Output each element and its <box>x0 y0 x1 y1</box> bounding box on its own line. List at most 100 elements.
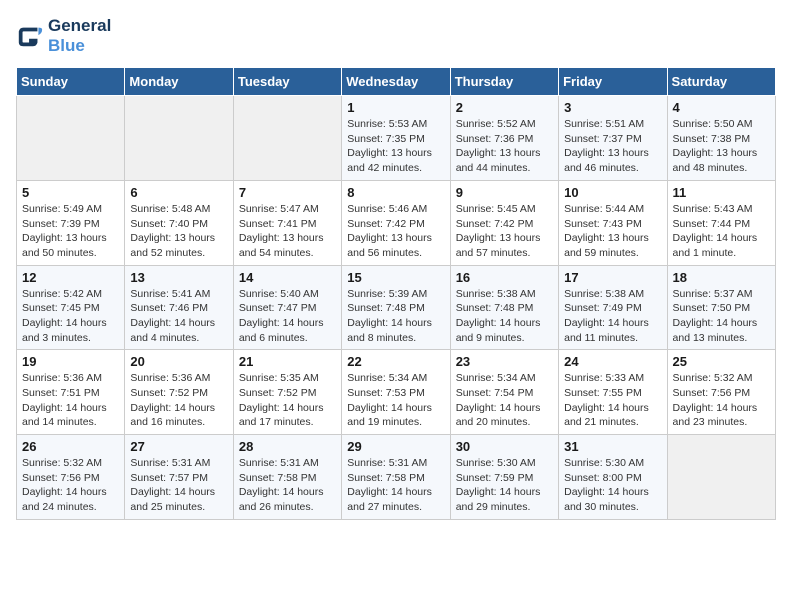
day-number: 19 <box>22 354 119 369</box>
day-number: 28 <box>239 439 336 454</box>
day-number: 7 <box>239 185 336 200</box>
calendar-cell: 27 Sunrise: 5:31 AMSunset: 7:57 PMDayligh… <box>125 435 233 520</box>
day-number: 9 <box>456 185 553 200</box>
calendar-cell: 20Sunrise: 5:36 AMSunset: 7:52 PMDayligh… <box>125 350 233 435</box>
day-number: 6 <box>130 185 227 200</box>
calendar-week-row: 1 Sunrise: 5:53 AMSunset: 7:35 PMDaylight… <box>17 96 776 181</box>
calendar-cell: 6 Sunrise: 5:48 AMSunset: 7:40 PMDaylight… <box>125 180 233 265</box>
calendar-cell <box>667 435 775 520</box>
day-info: Sunrise: 5:34 AMSunset: 7:54 PMDaylight:… <box>456 371 553 430</box>
day-info: Sunrise: 5:48 AMSunset: 7:40 PMDaylight:… <box>130 202 227 261</box>
day-info: Sunrise: 5:39 AMSunset: 7:48 PMDaylight:… <box>347 287 444 346</box>
day-number: 4 <box>673 100 770 115</box>
day-info: Sunrise: 5:52 AMSunset: 7:36 PMDaylight:… <box>456 117 553 176</box>
day-info: Sunrise: 5:51 AMSunset: 7:37 PMDaylight:… <box>564 117 661 176</box>
calendar-cell: 2 Sunrise: 5:52 AMSunset: 7:36 PMDaylight… <box>450 96 558 181</box>
calendar-cell: 17 Sunrise: 5:38 AMSunset: 7:49 PMDayligh… <box>559 265 667 350</box>
calendar-cell: 28 Sunrise: 5:31 AMSunset: 7:58 PMDayligh… <box>233 435 341 520</box>
calendar-cell: 5Sunrise: 5:49 AMSunset: 7:39 PMDaylight… <box>17 180 125 265</box>
day-info: Sunrise: 5:49 AMSunset: 7:39 PMDaylight:… <box>22 202 119 261</box>
weekday-header: Thursday <box>450 68 558 96</box>
day-info: Sunrise: 5:53 AMSunset: 7:35 PMDaylight:… <box>347 117 444 176</box>
calendar-cell: 24 Sunrise: 5:33 AMSunset: 7:55 PMDayligh… <box>559 350 667 435</box>
calendar-cell: 31 Sunrise: 5:30 AMSunset: 8:00 PMDayligh… <box>559 435 667 520</box>
day-number: 10 <box>564 185 661 200</box>
calendar-cell: 10 Sunrise: 5:44 AMSunset: 7:43 PMDayligh… <box>559 180 667 265</box>
day-number: 2 <box>456 100 553 115</box>
weekday-header: Friday <box>559 68 667 96</box>
day-info: Sunrise: 5:31 AMSunset: 7:57 PMDaylight:… <box>130 456 227 515</box>
weekday-header: Monday <box>125 68 233 96</box>
day-number: 11 <box>673 185 770 200</box>
logo-text: General Blue <box>48 16 111 55</box>
day-number: 8 <box>347 185 444 200</box>
calendar-cell: 3 Sunrise: 5:51 AMSunset: 7:37 PMDaylight… <box>559 96 667 181</box>
day-number: 14 <box>239 270 336 285</box>
day-info: Sunrise: 5:44 AMSunset: 7:43 PMDaylight:… <box>564 202 661 261</box>
day-number: 24 <box>564 354 661 369</box>
calendar-cell: 12Sunrise: 5:42 AMSunset: 7:45 PMDayligh… <box>17 265 125 350</box>
day-info: Sunrise: 5:47 AMSunset: 7:41 PMDaylight:… <box>239 202 336 261</box>
calendar-header: SundayMondayTuesdayWednesdayThursdayFrid… <box>17 68 776 96</box>
day-number: 17 <box>564 270 661 285</box>
calendar-cell <box>125 96 233 181</box>
page-header: General Blue <box>16 16 776 55</box>
day-number: 1 <box>347 100 444 115</box>
calendar-week-row: 19 Sunrise: 5:36 AMSunset: 7:51 PMDayligh… <box>17 350 776 435</box>
calendar-cell: 30Sunrise: 5:30 AMSunset: 7:59 PMDayligh… <box>450 435 558 520</box>
day-info: Sunrise: 5:30 AMSunset: 8:00 PMDaylight:… <box>564 456 661 515</box>
calendar-cell: 7 Sunrise: 5:47 AMSunset: 7:41 PMDaylight… <box>233 180 341 265</box>
calendar-cell: 16 Sunrise: 5:38 AMSunset: 7:48 PMDayligh… <box>450 265 558 350</box>
calendar-cell <box>233 96 341 181</box>
day-number: 30 <box>456 439 553 454</box>
calendar-cell: 26 Sunrise: 5:32 AMSunset: 7:56 PMDayligh… <box>17 435 125 520</box>
calendar-cell: 21 Sunrise: 5:35 AMSunset: 7:52 PMDayligh… <box>233 350 341 435</box>
day-number: 25 <box>673 354 770 369</box>
day-info: Sunrise: 5:50 AMSunset: 7:38 PMDaylight:… <box>673 117 770 176</box>
day-number: 31 <box>564 439 661 454</box>
day-number: 13 <box>130 270 227 285</box>
calendar-cell: 14 Sunrise: 5:40 AMSunset: 7:47 PMDayligh… <box>233 265 341 350</box>
day-info: Sunrise: 5:36 AMSunset: 7:51 PMDaylight:… <box>22 371 119 430</box>
calendar-cell: 18 Sunrise: 5:37 AMSunset: 7:50 PMDayligh… <box>667 265 775 350</box>
calendar-cell: 9Sunrise: 5:45 AMSunset: 7:42 PMDaylight… <box>450 180 558 265</box>
day-number: 27 <box>130 439 227 454</box>
calendar-week-row: 12Sunrise: 5:42 AMSunset: 7:45 PMDayligh… <box>17 265 776 350</box>
day-number: 15 <box>347 270 444 285</box>
day-info: Sunrise: 5:34 AMSunset: 7:53 PMDaylight:… <box>347 371 444 430</box>
weekday-header: Tuesday <box>233 68 341 96</box>
day-info: Sunrise: 5:37 AMSunset: 7:50 PMDaylight:… <box>673 287 770 346</box>
day-number: 26 <box>22 439 119 454</box>
calendar-cell: 22Sunrise: 5:34 AMSunset: 7:53 PMDayligh… <box>342 350 450 435</box>
day-info: Sunrise: 5:38 AMSunset: 7:49 PMDaylight:… <box>564 287 661 346</box>
calendar-cell: 13 Sunrise: 5:41 AMSunset: 7:46 PMDayligh… <box>125 265 233 350</box>
weekday-header: Saturday <box>667 68 775 96</box>
day-info: Sunrise: 5:40 AMSunset: 7:47 PMDaylight:… <box>239 287 336 346</box>
day-info: Sunrise: 5:32 AMSunset: 7:56 PMDaylight:… <box>673 371 770 430</box>
calendar-cell: 29 Sunrise: 5:31 AMSunset: 7:58 PMDayligh… <box>342 435 450 520</box>
day-info: Sunrise: 5:32 AMSunset: 7:56 PMDaylight:… <box>22 456 119 515</box>
calendar-cell: 19 Sunrise: 5:36 AMSunset: 7:51 PMDayligh… <box>17 350 125 435</box>
day-number: 3 <box>564 100 661 115</box>
day-info: Sunrise: 5:43 AMSunset: 7:44 PMDaylight:… <box>673 202 770 261</box>
day-info: Sunrise: 5:41 AMSunset: 7:46 PMDaylight:… <box>130 287 227 346</box>
day-number: 18 <box>673 270 770 285</box>
logo-icon <box>16 22 44 50</box>
day-info: Sunrise: 5:35 AMSunset: 7:52 PMDaylight:… <box>239 371 336 430</box>
day-number: 21 <box>239 354 336 369</box>
day-info: Sunrise: 5:36 AMSunset: 7:52 PMDaylight:… <box>130 371 227 430</box>
calendar-table: SundayMondayTuesdayWednesdayThursdayFrid… <box>16 67 776 520</box>
day-info: Sunrise: 5:31 AMSunset: 7:58 PMDaylight:… <box>347 456 444 515</box>
calendar-cell: 15 Sunrise: 5:39 AMSunset: 7:48 PMDayligh… <box>342 265 450 350</box>
day-info: Sunrise: 5:46 AMSunset: 7:42 PMDaylight:… <box>347 202 444 261</box>
day-info: Sunrise: 5:33 AMSunset: 7:55 PMDaylight:… <box>564 371 661 430</box>
day-info: Sunrise: 5:38 AMSunset: 7:48 PMDaylight:… <box>456 287 553 346</box>
day-number: 16 <box>456 270 553 285</box>
day-number: 29 <box>347 439 444 454</box>
day-info: Sunrise: 5:31 AMSunset: 7:58 PMDaylight:… <box>239 456 336 515</box>
weekday-header: Wednesday <box>342 68 450 96</box>
header-row: SundayMondayTuesdayWednesdayThursdayFrid… <box>17 68 776 96</box>
calendar-cell: 23Sunrise: 5:34 AMSunset: 7:54 PMDayligh… <box>450 350 558 435</box>
calendar-cell: 1 Sunrise: 5:53 AMSunset: 7:35 PMDaylight… <box>342 96 450 181</box>
calendar-week-row: 26 Sunrise: 5:32 AMSunset: 7:56 PMDayligh… <box>17 435 776 520</box>
